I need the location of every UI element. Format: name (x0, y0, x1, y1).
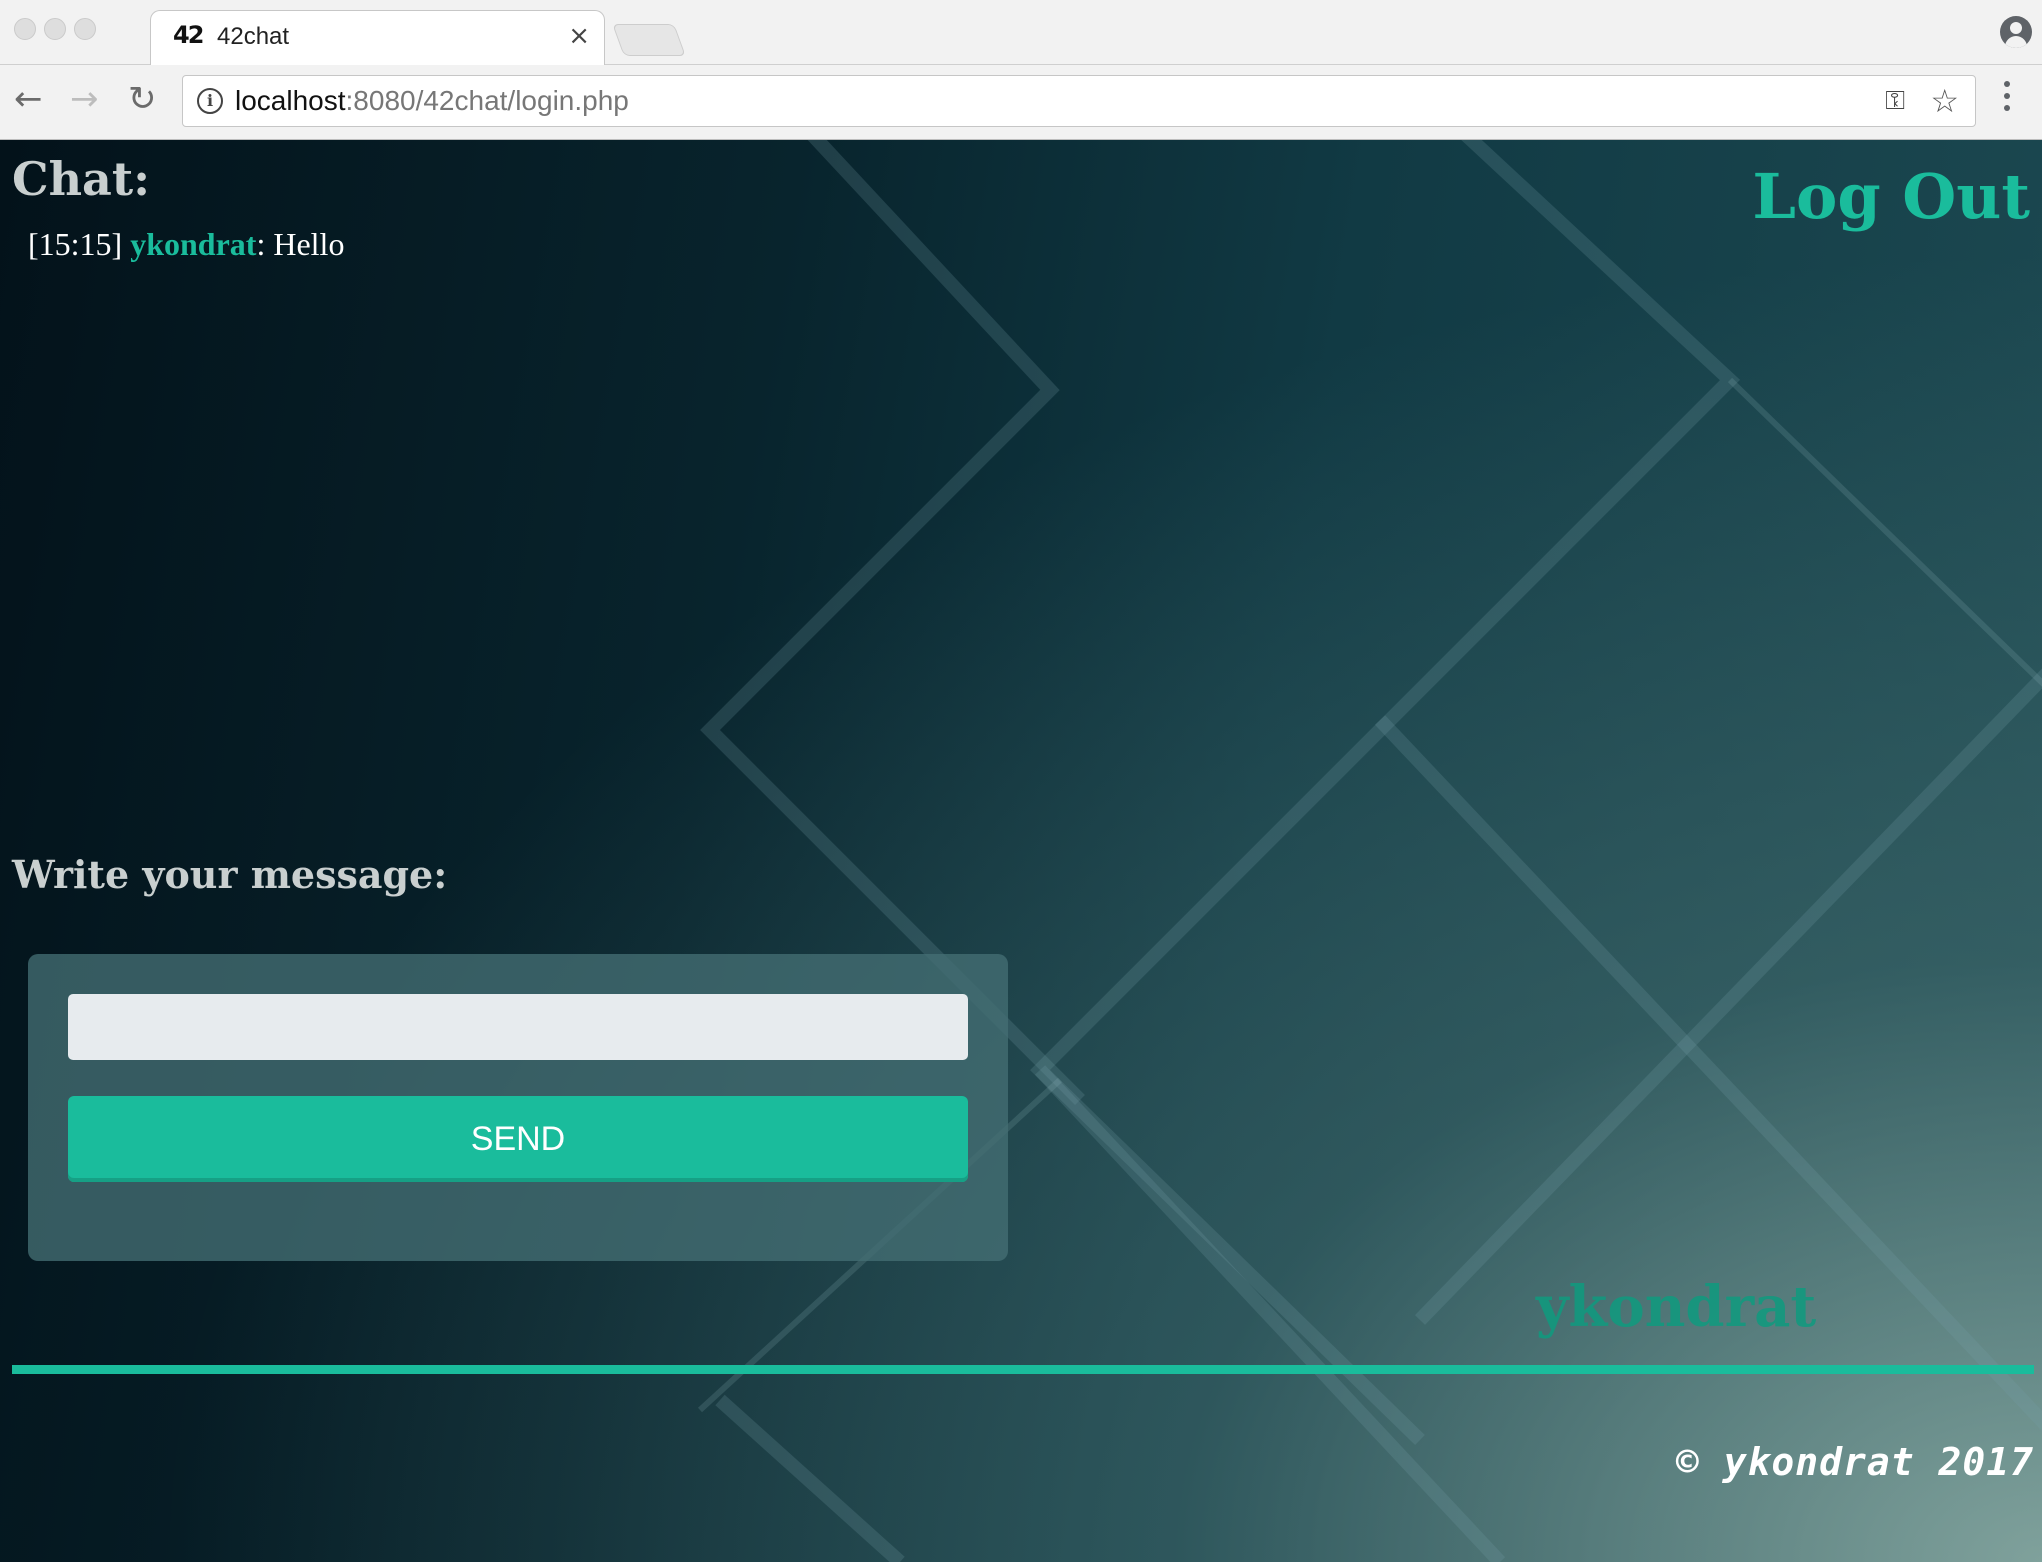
browser-toolbar: ← → ↻ i localhost:8080/42chat/login.php … (0, 65, 2042, 140)
copyright-text: © ykondrat 2017 (1675, 1440, 2034, 1484)
arrow-right-icon[interactable]: → (70, 79, 99, 119)
background-pattern (697, 140, 2042, 1562)
star-icon[interactable]: ☆ (1930, 82, 1959, 120)
url-path: :8080/42chat/login.php (345, 85, 629, 116)
message-time: [15:15] (28, 226, 123, 262)
tab-title: 42chat (217, 23, 290, 50)
browser-titlebar: 42 42chat × (0, 0, 2042, 65)
key-icon[interactable]: ⚿ (1885, 86, 1905, 117)
message-form: SEND (28, 954, 1008, 1261)
tab-favicon-icon: 42 (173, 21, 203, 49)
window-close-button[interactable] (14, 18, 36, 40)
browser-tab[interactable]: 42 42chat × (150, 10, 605, 65)
message-list: [15:15] ykondrat: Hello (28, 226, 344, 263)
arrow-left-icon[interactable]: ← (14, 79, 43, 119)
message-user: ykondrat (130, 226, 257, 262)
address-bar[interactable]: i localhost:8080/42chat/login.php ⚿ ☆ (182, 75, 1976, 127)
window-minimize-button[interactable] (44, 18, 66, 40)
current-username: ykondrat (1536, 1274, 1817, 1340)
message-input[interactable] (68, 994, 968, 1060)
footer-divider (12, 1365, 2034, 1374)
url-text[interactable]: localhost:8080/42chat/login.php (235, 85, 629, 117)
tab-close-icon[interactable]: × (568, 21, 590, 51)
write-message-label: Write your message: (12, 852, 448, 897)
profile-icon[interactable] (2000, 16, 2032, 48)
url-host: localhost (235, 85, 346, 116)
chat-heading: Chat: (12, 152, 151, 206)
chat-page: Chat: Log Out [15:15] ykondrat: Hello Wr… (0, 140, 2042, 1562)
logout-link[interactable]: Log Out (1752, 160, 2030, 233)
send-button[interactable]: SEND (68, 1096, 968, 1182)
new-tab-button[interactable] (612, 24, 686, 56)
message-text: : Hello (256, 226, 345, 262)
chat-message: [15:15] ykondrat: Hello (28, 226, 344, 263)
reload-icon[interactable]: ↻ (128, 79, 157, 119)
window-zoom-button[interactable] (74, 18, 96, 40)
kebab-menu-icon[interactable] (2004, 81, 2010, 121)
info-icon[interactable]: i (197, 88, 223, 114)
